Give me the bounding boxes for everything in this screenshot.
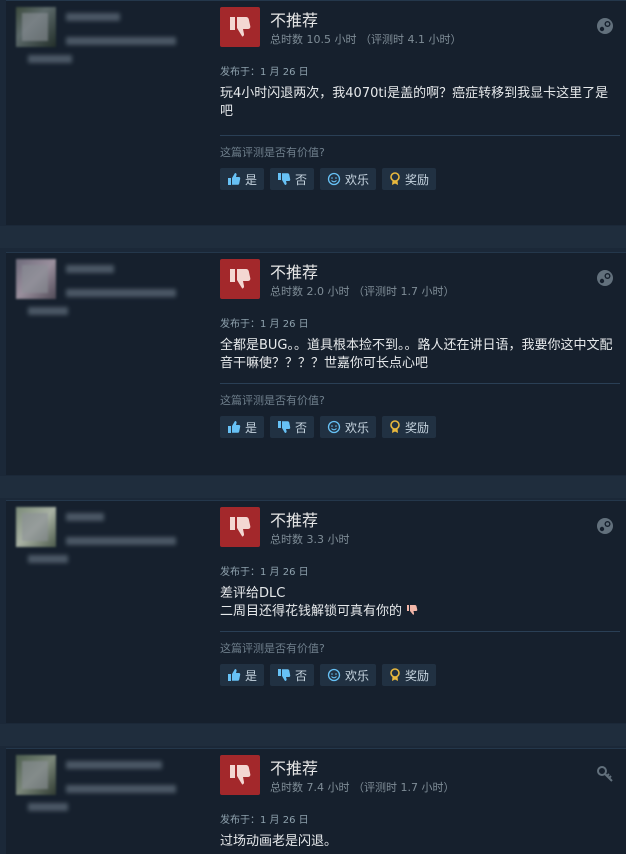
award-button[interactable]: 奖励 — [382, 416, 437, 438]
review-verdict: 不推荐 — [270, 11, 319, 30]
steam-icon — [596, 517, 614, 535]
avatar[interactable] — [16, 7, 56, 47]
vote-yes-button[interactable]: 是 — [220, 168, 265, 190]
thumbs-down-icon — [278, 421, 291, 433]
thumbs-up-icon — [228, 173, 241, 185]
key-icon — [596, 765, 614, 783]
vote-buttons: 是 否 欢乐 奖励 — [220, 168, 437, 190]
smile-icon — [327, 420, 341, 434]
review-verdict: 不推荐 — [270, 759, 319, 778]
review-card: 不推荐 总时数 10.5 小时 （评测时 4.1 小时） 发布于：1 月 26 … — [6, 0, 626, 225]
thumbs-up-icon — [228, 421, 241, 433]
review-text-line: 二周目还得花钱解锁可真有你的 — [220, 603, 620, 621]
vote-yes-button[interactable]: 是 — [220, 416, 265, 438]
avatar[interactable] — [16, 259, 56, 299]
vote-funny-button[interactable]: 欢乐 — [320, 416, 377, 438]
playtime: 总时数 2.0 小时 （评测时 1.7 小时） — [270, 285, 455, 298]
vote-buttons: 是 否 欢乐 奖励 — [220, 416, 437, 438]
thumbs-down-icon — [230, 765, 251, 785]
thumbs-down-badge — [220, 259, 260, 299]
author-block[interactable] — [16, 507, 196, 577]
award-icon — [390, 172, 400, 185]
author-block[interactable] — [16, 7, 196, 77]
thumbs-down-icon — [278, 173, 291, 185]
thumbs-down-icon — [278, 669, 291, 681]
thumbs-down-icon — [230, 269, 251, 289]
thumbs-down-badge — [220, 755, 260, 795]
review-card: 不推荐 总时数 7.4 小时 （评测时 1.7 小时） 发布于：1 月 26 日… — [6, 748, 626, 854]
thumbs-down-badge — [220, 507, 260, 547]
smile-icon — [327, 172, 341, 186]
helpful-question: 这篇评测是否有价值? — [220, 394, 325, 407]
review-text: 过场动画老是闪退。 — [220, 834, 338, 849]
separator — [0, 476, 626, 498]
vote-buttons: 是 否 欢乐 奖励 — [220, 664, 437, 686]
divider — [220, 631, 620, 632]
steam-icon — [596, 17, 614, 35]
posted-date: 发布于：1 月 26 日 — [220, 815, 309, 826]
vote-yes-button[interactable]: 是 — [220, 664, 265, 686]
review-verdict: 不推荐 — [270, 263, 319, 282]
steam-icon — [596, 269, 614, 287]
helpful-question: 这篇评测是否有价值? — [220, 146, 325, 159]
award-icon — [390, 668, 400, 681]
review-text: 差评给DLC 二周目还得花钱解锁可真有你的 — [220, 585, 620, 621]
author-block[interactable] — [16, 755, 196, 825]
thumbs-down-emoji-icon — [407, 605, 418, 615]
posted-date: 发布于：1 月 26 日 — [220, 67, 309, 78]
vote-funny-button[interactable]: 欢乐 — [320, 168, 377, 190]
review-card: 不推荐 总时数 3.3 小时 发布于：1 月 26 日 差评给DLC 二周目还得… — [6, 500, 626, 723]
posted-date: 发布于：1 月 26 日 — [220, 567, 309, 578]
playtime: 总时数 10.5 小时 （评测时 4.1 小时） — [270, 33, 462, 46]
review-text: 玩4小时闪退两次，我4070ti是盖的啊？癌症转移到我显卡这里了是吧 — [220, 86, 609, 119]
vote-funny-button[interactable]: 欢乐 — [320, 664, 377, 686]
divider — [220, 383, 620, 384]
award-button[interactable]: 奖励 — [382, 664, 437, 686]
award-button[interactable]: 奖励 — [382, 168, 437, 190]
thumbs-up-icon — [228, 669, 241, 681]
smile-icon — [327, 668, 341, 682]
helpful-question: 这篇评测是否有价值? — [220, 642, 325, 655]
review-card: 不推荐 总时数 2.0 小时 （评测时 1.7 小时） 发布于：1 月 26 日… — [6, 252, 626, 475]
review-text: 全都是BUG。。道具根本捡不到。。路人还在讲日语，我要你这中文配音干嘛使？？？？… — [220, 338, 613, 371]
separator — [0, 226, 626, 248]
separator — [0, 724, 626, 746]
thumbs-down-badge — [220, 7, 260, 47]
award-icon — [390, 420, 400, 433]
avatar[interactable] — [16, 507, 56, 547]
thumbs-down-icon — [230, 17, 251, 37]
vote-no-button[interactable]: 否 — [270, 168, 315, 190]
thumbs-down-icon — [230, 517, 251, 537]
playtime: 总时数 3.3 小时 — [270, 533, 350, 546]
vote-no-button[interactable]: 否 — [270, 416, 315, 438]
posted-date: 发布于：1 月 26 日 — [220, 319, 309, 330]
author-block[interactable] — [16, 259, 196, 329]
playtime: 总时数 7.4 小时 （评测时 1.7 小时） — [270, 781, 455, 794]
avatar[interactable] — [16, 755, 56, 795]
divider — [220, 135, 620, 136]
review-verdict: 不推荐 — [270, 511, 319, 530]
review-text-line: 差评给DLC — [220, 586, 286, 601]
vote-no-button[interactable]: 否 — [270, 664, 315, 686]
